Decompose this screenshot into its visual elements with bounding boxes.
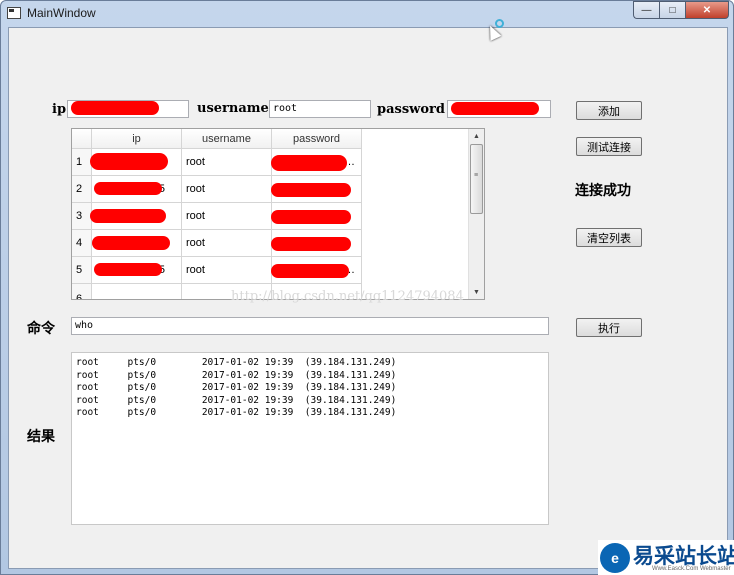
minimize-button[interactable]: — (633, 1, 659, 19)
username-field[interactable]: root (269, 100, 371, 118)
cell-username[interactable]: root (182, 203, 272, 230)
row-number[interactable]: 4 (72, 230, 92, 257)
row-number[interactable]: 6 (72, 284, 92, 299)
client-area: ip username root password 添加 测试连接 连接成功 清… (8, 27, 728, 569)
close-button[interactable]: ✕ (685, 1, 729, 19)
command-input[interactable]: who (71, 317, 549, 335)
execute-button[interactable]: 执行 (576, 318, 642, 337)
column-header-ip[interactable]: ip (92, 129, 182, 149)
test-connection-button[interactable]: 测试连接 (576, 137, 642, 156)
redaction-mark (94, 182, 162, 195)
cell-ip[interactable] (92, 284, 182, 299)
clear-list-button[interactable]: 清空列表 (576, 228, 642, 247)
scroll-up-arrow-icon[interactable]: ▲ (469, 129, 484, 143)
app-icon (7, 7, 21, 19)
title-bar[interactable]: MainWindow — □ ✕ (1, 1, 733, 27)
result-line: root pts/0 2017-01-02 19:39 (39.184.131.… (76, 382, 397, 393)
watermark: http://blog.csdn.net/qq1124794084 (231, 289, 464, 304)
busy-indicator-icon (495, 19, 504, 28)
redaction-mark (451, 102, 539, 115)
redaction-mark (271, 210, 351, 224)
redaction-mark (90, 209, 166, 223)
column-header-username[interactable]: username (182, 129, 272, 149)
result-line: root pts/0 2017-01-02 19:39 (39.184.131.… (76, 394, 397, 406)
column-header-password[interactable]: password (272, 129, 362, 149)
username-label: username (197, 101, 269, 116)
table-corner[interactable] (72, 129, 92, 149)
redaction-mark (92, 236, 170, 250)
redaction-mark (271, 237, 351, 251)
password-label: password (377, 102, 445, 117)
cell-username[interactable]: root (182, 176, 272, 203)
result-line: root pts/0 2017-01-02 19:39 (39.184.131.… (76, 369, 397, 381)
ip-label: ip (52, 102, 67, 117)
redaction-mark (94, 263, 162, 276)
result-label: 结果 (27, 428, 55, 444)
scroll-down-arrow-icon[interactable]: ▼ (469, 285, 484, 299)
main-window: MainWindow — □ ✕ ip username root passwo… (0, 0, 734, 575)
result-line: root pts/0 2017-01-02 19:39 (39.184.131.… (76, 357, 397, 368)
row-number[interactable]: 3 (72, 203, 92, 230)
window-title: MainWindow (27, 6, 96, 20)
window-controls: — □ ✕ (633, 1, 729, 19)
connection-table[interactable]: ip username password 1 root … 2 5 root 3… (71, 128, 485, 300)
table-vertical-scrollbar[interactable]: ▲ ≡ ▼ (468, 129, 484, 299)
cell-username[interactable]: root (182, 230, 272, 257)
scroll-thumb[interactable]: ≡ (470, 144, 483, 214)
redaction-mark (90, 153, 168, 170)
add-button[interactable]: 添加 (576, 101, 642, 120)
row-number[interactable]: 5 (72, 257, 92, 284)
table-header: ip username password (72, 129, 362, 149)
maximize-button[interactable]: □ (659, 1, 685, 19)
logo-subtext: Www.Easck.Com Webmaster (652, 566, 731, 572)
cell-username[interactable]: root (182, 257, 272, 284)
result-line: root pts/0 2017-01-02 19:39 (39.184.131.… (76, 407, 397, 418)
e-logo-icon: e (600, 543, 630, 573)
row-number[interactable]: 2 (72, 176, 92, 203)
cell-username[interactable]: root (182, 149, 272, 176)
redaction-mark (271, 183, 351, 197)
grip-icon: ≡ (474, 172, 479, 179)
row-number[interactable]: 1 (72, 149, 92, 176)
result-output[interactable]: root pts/0 2017-01-02 19:39 (39.184.131.… (71, 352, 549, 525)
redaction-mark (271, 155, 347, 171)
redaction-mark (71, 101, 159, 115)
command-label: 命令 (27, 320, 55, 336)
site-logo: e 易采站长站 Www.Easck.Com Webmaster (598, 540, 734, 575)
redaction-mark (271, 264, 349, 278)
connection-status: 连接成功 (575, 182, 631, 198)
